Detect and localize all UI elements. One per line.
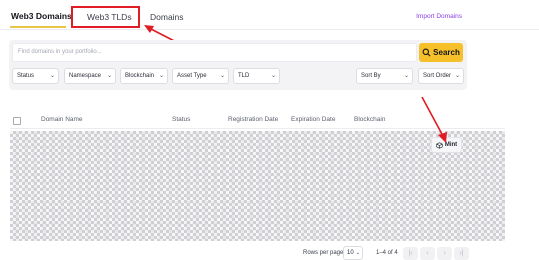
column-status[interactable]: Status: [172, 116, 190, 123]
chevron-down-icon: ⌄: [454, 73, 460, 79]
previous-page-button[interactable]: ‹: [420, 247, 435, 260]
import-domains-link[interactable]: Import Domains: [416, 13, 462, 20]
rows-per-page-select[interactable]: 10 ⌄: [343, 246, 363, 260]
namespace-filter-label: Namespace: [69, 73, 102, 79]
status-filter-label: Status: [17, 73, 35, 79]
namespace-filter[interactable]: Namespace ⌄: [64, 68, 116, 84]
column-registration-date[interactable]: Registration Date: [228, 116, 278, 123]
search-button-label: Search: [433, 48, 460, 57]
active-tab-indicator: [10, 26, 66, 28]
asset-type-filter[interactable]: Asset Type ⌄: [172, 68, 229, 84]
pagination-range: 1–4 of 4: [376, 250, 398, 256]
rows-per-page-value: 10: [347, 250, 354, 256]
first-page-button[interactable]: |‹: [403, 247, 418, 260]
chevron-down-icon: ⌄: [403, 73, 409, 79]
sort-order-label: Sort Order: [423, 73, 452, 79]
table-header: Domain Name Status Registration Date Exp…: [10, 112, 505, 126]
chevron-down-icon: ⌄: [219, 73, 225, 79]
last-page-button[interactable]: ›|: [454, 247, 469, 260]
status-filter[interactable]: Status ⌄: [12, 68, 59, 84]
search-button[interactable]: Search: [419, 43, 463, 62]
column-expiration-date[interactable]: Expiration Date: [291, 116, 335, 123]
chevron-down-icon: ⌄: [355, 250, 360, 256]
blockchain-filter-label: Blockchain: [125, 73, 155, 79]
tab-domains[interactable]: Domains: [150, 12, 184, 22]
tld-filter-label: TLD: [238, 73, 250, 79]
blockchain-filter[interactable]: Blockchain ⌄: [120, 68, 168, 84]
rows-per-page-label: Rows per page:: [303, 250, 346, 256]
mint-button[interactable]: Mint: [431, 137, 462, 153]
tab-divider: [0, 29, 539, 30]
chevron-down-icon: ⌄: [158, 73, 164, 79]
mint-button-label: Mint: [444, 142, 458, 148]
tab-web3-domains[interactable]: Web3 Domains: [11, 11, 72, 21]
next-page-button[interactable]: ›: [437, 247, 452, 260]
column-blockchain[interactable]: Blockchain: [354, 116, 385, 123]
sort-order-select[interactable]: Sort Order ⌄: [418, 68, 464, 84]
cube-icon: [436, 141, 443, 149]
chevron-down-icon: ⌄: [106, 73, 112, 79]
table-header-divider: [10, 128, 505, 129]
search-input[interactable]: Find domains in your portfolio...: [12, 43, 417, 62]
sort-by-select[interactable]: Sort By ⌄: [356, 68, 413, 84]
column-domain-name[interactable]: Domain Name: [41, 116, 83, 123]
annotation-highlight-box: [71, 6, 140, 28]
chevron-down-icon: ⌄: [49, 73, 55, 79]
asset-type-filter-label: Asset Type: [177, 73, 207, 79]
chevron-down-icon: ⌄: [270, 73, 276, 79]
search-icon: [422, 48, 431, 57]
tld-filter[interactable]: TLD ⌄: [233, 68, 280, 84]
sort-by-label: Sort By: [361, 73, 381, 79]
